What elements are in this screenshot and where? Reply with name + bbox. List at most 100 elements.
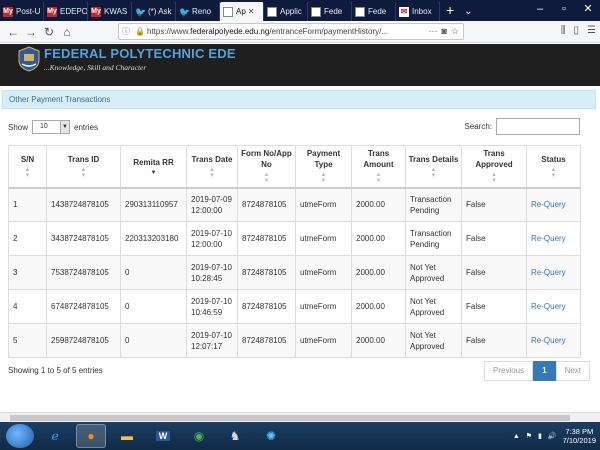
- column-header-trans-id[interactable]: Trans ID ▲ ▼: [46, 145, 121, 189]
- bookmark-star-icon[interactable]: ☆: [451, 26, 459, 37]
- chrome-icon[interactable]: ◉: [184, 424, 214, 448]
- next-page-button[interactable]: Next: [555, 361, 591, 381]
- site-header: FEDERAL POLYTECHNIC EDE ...Knowledge, Sk…: [0, 44, 600, 86]
- my-icon: My: [91, 6, 101, 17]
- requery-link[interactable]: Re-Query: [531, 268, 566, 277]
- browser-tab[interactable]: Applic: [264, 2, 308, 21]
- cell-approved: False: [461, 187, 527, 222]
- browser-tab[interactable]: 🐦 (*) Ask: [132, 2, 176, 21]
- browser-tab[interactable]: Fede: [352, 2, 396, 21]
- column-header-remita[interactable]: Remita RR ▼: [120, 145, 187, 189]
- close-icon[interactable]: ✕: [248, 7, 255, 16]
- address-bar[interactable]: ⓘ 🔒 https://www.federalpolyede.edu.ng/en…: [118, 23, 464, 40]
- cell-remita: 0: [120, 289, 187, 324]
- cell-date: 2019-07-10 12:07:17: [186, 323, 238, 358]
- column-header-trans-amount[interactable]: Trans Amount ▲ ▼: [351, 145, 406, 189]
- tray-arrow-icon[interactable]: ▲: [513, 433, 520, 440]
- site-name[interactable]: FEDERAL POLYTECHNIC EDE: [44, 46, 236, 61]
- polytechnic-logo-icon[interactable]: [18, 46, 40, 72]
- file-explorer-icon[interactable]: ▬: [112, 424, 142, 448]
- sort-icon: ▲ ▼: [430, 166, 437, 179]
- column-header-trans-details[interactable]: Trans Details ▲ ▼: [405, 145, 462, 189]
- sort-icon: ▲ ▼: [375, 172, 382, 185]
- minimize-icon[interactable]: –: [528, 0, 552, 19]
- requery-link[interactable]: Re-Query: [531, 302, 566, 311]
- cell-amount: 2000.00: [351, 187, 406, 222]
- browser-tab-strip: My Post-U My EDEPO My KWAS 🐦 (*) Ask 🐦 Reno A…: [0, 0, 600, 21]
- cell-date: 2019-07-10 12:00:00: [186, 221, 238, 256]
- system-clock[interactable]: 7:38 PM 7/10/2019: [563, 427, 596, 445]
- page-1-button[interactable]: 1: [533, 361, 556, 381]
- start-button-icon[interactable]: [6, 424, 34, 448]
- library-icon[interactable]: ⫼: [561, 25, 566, 36]
- requery-link[interactable]: Re-Query: [531, 234, 566, 243]
- reload-icon[interactable]: ↻: [40, 25, 58, 39]
- sort-desc-icon: ▼: [150, 169, 157, 176]
- home-icon[interactable]: ⌂: [58, 25, 76, 39]
- column-header-trans-date[interactable]: Trans Date ▲ ▼: [186, 145, 238, 189]
- browser-tab[interactable]: ✉ Inbox: [396, 2, 440, 21]
- flag-icon[interactable]: ⚑: [526, 432, 532, 440]
- browser-tab[interactable]: My Post-U: [0, 2, 44, 21]
- sort-icon: ▲ ▼: [24, 166, 31, 179]
- close-window-icon[interactable]: ✕: [576, 0, 600, 19]
- sort-icon: ▲ ▼: [263, 172, 270, 185]
- column-header-status[interactable]: Status ▲ ▼: [526, 145, 581, 189]
- chevron-down-icon[interactable]: ⌄: [460, 2, 476, 21]
- requery-link[interactable]: Re-Query: [531, 336, 566, 345]
- browser-tab[interactable]: 🐦 Reno: [176, 2, 220, 21]
- sidebar-icon[interactable]: ▯: [574, 25, 580, 36]
- column-header-sn[interactable]: S/N ▲ ▼: [8, 145, 47, 189]
- previous-page-button[interactable]: Previous: [484, 361, 534, 381]
- ie-icon[interactable]: ℯ: [40, 424, 70, 448]
- cell-form-no: 8724878105: [237, 255, 296, 290]
- search-input[interactable]: [496, 118, 580, 135]
- column-header-form-no[interactable]: Form No/App No ▲ ▼: [237, 145, 296, 189]
- lock-icon[interactable]: 🔒: [133, 27, 147, 36]
- scrollbar-thumb[interactable]: [10, 415, 570, 421]
- search-label: Search:: [464, 122, 492, 131]
- network-icon[interactable]: ▮: [538, 432, 542, 440]
- cell-trans-id: 3438724878105: [46, 221, 121, 256]
- column-header-trans-approved[interactable]: Trans Approved ▲ ▼: [461, 145, 527, 189]
- cell-amount: 2000.00: [351, 221, 406, 256]
- maximize-icon[interactable]: ▫: [552, 0, 576, 19]
- cell-approved: False: [461, 221, 527, 256]
- tab-label: Fede: [324, 7, 343, 16]
- column-header-payment-type[interactable]: Payment Type ▲ ▼: [295, 145, 352, 189]
- browser-tab[interactable]: My EDEPO: [44, 2, 88, 21]
- network-app-icon[interactable]: ✺: [256, 424, 286, 448]
- tab-label: Fede: [368, 7, 387, 16]
- word-icon[interactable]: W: [148, 424, 178, 448]
- table-row: 4 6748724878105 0 2019-07-10 10:46:59 87…: [8, 289, 581, 324]
- requery-link[interactable]: Re-Query: [531, 200, 566, 209]
- back-icon[interactable]: ←: [4, 25, 22, 39]
- page-icon: [311, 6, 321, 17]
- payment-transactions-table: S/N ▲ ▼ Trans ID ▲ ▼ Remita RR ▼ Trans Date ▲ ▼…: [8, 145, 581, 358]
- clock-date: 7/10/2019: [562, 436, 596, 445]
- cell-approved: False: [461, 323, 527, 358]
- firefox-icon[interactable]: ●: [76, 424, 106, 448]
- chess-icon[interactable]: ♞: [220, 424, 250, 448]
- volume-icon[interactable]: 🔊: [548, 432, 557, 440]
- info-icon[interactable]: ⓘ: [119, 26, 133, 37]
- cell-date: 2019-07-10 10:46:59: [186, 289, 238, 324]
- my-icon: My: [47, 6, 57, 17]
- cell-remita: 290313110957: [120, 187, 187, 222]
- browser-tab[interactable]: Fede: [308, 2, 352, 21]
- forward-icon[interactable]: →: [22, 25, 40, 39]
- browser-tab[interactable]: My KWAS: [88, 2, 132, 21]
- sort-icon: ▲ ▼: [550, 166, 557, 179]
- url-text[interactable]: https://www.federalpolyede.edu.ng/entran…: [147, 27, 428, 36]
- browser-tab-active[interactable]: Ap ✕: [220, 2, 264, 21]
- new-tab-icon[interactable]: +: [440, 2, 460, 21]
- clock-time: 7:38 PM: [565, 427, 594, 436]
- cell-form-no: 8724878105: [237, 323, 296, 358]
- menu-icon[interactable]: ☰: [587, 25, 596, 36]
- horizontal-scrollbar[interactable]: [0, 412, 600, 422]
- pocket-icon[interactable]: ◙: [441, 26, 446, 37]
- cell-trans-id: 1438724878105: [46, 187, 121, 222]
- page-size-select[interactable]: 10 ▼: [32, 120, 71, 134]
- cell-amount: 2000.00: [351, 323, 406, 358]
- more-actions-icon[interactable]: ···: [428, 26, 437, 37]
